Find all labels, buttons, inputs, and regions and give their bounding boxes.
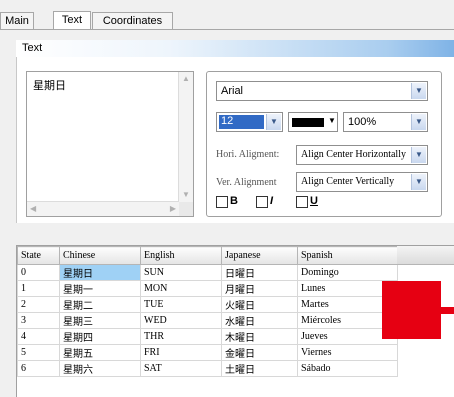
- hori-alignment-value: Align Center Horizontally: [301, 149, 406, 160]
- chevron-down-icon[interactable]: ▼: [411, 114, 426, 130]
- tab-strip: Main Text Coordinates: [0, 11, 454, 30]
- scroll-up-icon[interactable]: ▲: [182, 74, 190, 84]
- text-group-header: Text: [16, 40, 454, 57]
- cell-state[interactable]: 6: [17, 360, 60, 377]
- cell-chinese[interactable]: 星期五: [59, 344, 141, 361]
- hori-alignment-select[interactable]: Align Center Horizontally ▼: [296, 145, 428, 165]
- cell-japanese[interactable]: 土曜日: [221, 360, 298, 377]
- scroll-right-icon[interactable]: ▶: [170, 204, 176, 214]
- cell-chinese[interactable]: 星期六: [59, 360, 141, 377]
- cell-chinese[interactable]: 星期四: [59, 328, 141, 345]
- font-color-picker[interactable]: ▼: [288, 112, 338, 132]
- text-group-title: Text: [22, 42, 43, 54]
- italic-checkbox-box[interactable]: [256, 196, 268, 208]
- bold-label: B: [230, 195, 238, 207]
- cell-chinese[interactable]: 星期二: [59, 296, 141, 313]
- red-annotation-bar: [432, 307, 454, 314]
- cell-english[interactable]: WED: [140, 312, 222, 329]
- cell-japanese[interactable]: 金曜日: [221, 344, 298, 361]
- cell-english[interactable]: TUE: [140, 296, 222, 313]
- ver-alignment-value: Align Center Vertically: [301, 176, 395, 187]
- font-size-select[interactable]: 12 ▼: [216, 112, 283, 132]
- chevron-down-icon[interactable]: ▼: [266, 114, 281, 130]
- cell-state[interactable]: 1: [17, 280, 60, 297]
- header-state[interactable]: State: [17, 246, 60, 265]
- horizontal-scrollbar[interactable]: ◀ ▶: [27, 201, 179, 216]
- cell-chinese[interactable]: 星期三: [59, 312, 141, 329]
- cell-english[interactable]: SAT: [140, 360, 222, 377]
- table-row[interactable]: 2 星期二 TUE 火曜日 Martes: [17, 296, 398, 313]
- scroll-down-icon[interactable]: ▼: [182, 190, 190, 200]
- tab-main[interactable]: Main: [0, 12, 34, 29]
- table-row[interactable]: 4 星期四 THR 木曜日 Jueves: [17, 328, 398, 345]
- font-settings-panel: Arial ▼ 12 ▼ ▼ 100% ▼ Hori. Aligment: Al…: [206, 71, 442, 217]
- table-row[interactable]: 5 星期五 FRI 金曜日 Viernes: [17, 344, 398, 361]
- table-row[interactable]: 6 星期六 SAT 土曜日 Sábado: [17, 360, 398, 377]
- text-content-input[interactable]: 星期日 ▲ ▼ ◀ ▶: [26, 71, 194, 217]
- cell-english[interactable]: SUN: [140, 264, 222, 281]
- cell-english[interactable]: FRI: [140, 344, 222, 361]
- header-japanese[interactable]: Japanese: [221, 246, 298, 265]
- chevron-down-icon[interactable]: ▼: [328, 116, 336, 125]
- cell-english[interactable]: MON: [140, 280, 222, 297]
- vertical-scrollbar[interactable]: ▲ ▼: [178, 72, 193, 202]
- font-size-value: 12: [219, 115, 264, 129]
- ver-alignment-label: Ver. Alignment: [216, 177, 277, 188]
- header-english[interactable]: English: [140, 246, 222, 265]
- ver-alignment-select[interactable]: Align Center Vertically ▼: [296, 172, 428, 192]
- opacity-select[interactable]: 100% ▼: [343, 112, 428, 132]
- underline-checkbox-box[interactable]: [296, 196, 308, 208]
- hori-alignment-label: Hori. Aligment:: [216, 149, 280, 160]
- cell-spanish[interactable]: Domingo: [297, 264, 398, 281]
- table-header-filler: [397, 246, 454, 265]
- cell-japanese[interactable]: 木曜日: [221, 328, 298, 345]
- cell-spanish[interactable]: Viernes: [297, 344, 398, 361]
- text-content-value: 星期日: [33, 80, 66, 92]
- italic-label: I: [270, 195, 274, 207]
- tab-coordinates[interactable]: Coordinates: [92, 12, 173, 29]
- header-spanish[interactable]: Spanish: [297, 246, 398, 265]
- tab-text[interactable]: Text: [53, 11, 91, 30]
- chevron-down-icon[interactable]: ▼: [411, 83, 426, 99]
- table-row[interactable]: 3 星期三 WED 水曜日 Miércoles: [17, 312, 398, 329]
- cell-japanese[interactable]: 日曜日: [221, 264, 298, 281]
- scroll-left-icon[interactable]: ◀: [30, 204, 36, 214]
- cell-chinese[interactable]: 星期一: [59, 280, 141, 297]
- cell-japanese[interactable]: 水曜日: [221, 312, 298, 329]
- opacity-value: 100%: [348, 116, 377, 128]
- font-family-value: Arial: [221, 85, 244, 97]
- header-chinese[interactable]: Chinese: [59, 246, 141, 265]
- cell-english[interactable]: THR: [140, 328, 222, 345]
- cell-state[interactable]: 0: [17, 264, 60, 281]
- table-header-row: State Chinese English Japanese Spanish: [17, 246, 398, 265]
- table-row[interactable]: 0 星期日 SUN 日曜日 Domingo: [17, 264, 398, 281]
- chevron-down-icon[interactable]: ▼: [411, 174, 426, 190]
- underline-label: U: [310, 195, 318, 207]
- cell-state[interactable]: 3: [17, 312, 60, 329]
- bold-checkbox-box[interactable]: [216, 196, 228, 208]
- state-grid: State Chinese English Japanese Spanish 0…: [17, 246, 398, 377]
- cell-japanese[interactable]: 火曜日: [221, 296, 298, 313]
- cell-state[interactable]: 5: [17, 344, 60, 361]
- cell-japanese[interactable]: 月曜日: [221, 280, 298, 297]
- cell-spanish[interactable]: Sábado: [297, 360, 398, 377]
- chevron-down-icon[interactable]: ▼: [411, 147, 426, 163]
- cell-state[interactable]: 2: [17, 296, 60, 313]
- tab-divider: [0, 29, 454, 30]
- font-color-swatch: [292, 118, 324, 127]
- table-row[interactable]: 1 星期一 MON 月曜日 Lunes: [17, 280, 398, 297]
- text-group-body: 星期日 ▲ ▼ ◀ ▶ Arial ▼ 12 ▼ ▼ 100% ▼ Hori. …: [16, 57, 454, 223]
- scrollbar-corner: [179, 202, 193, 216]
- cell-state[interactable]: 4: [17, 328, 60, 345]
- font-family-select[interactable]: Arial ▼: [216, 81, 428, 101]
- cell-chinese[interactable]: 星期日: [59, 264, 141, 281]
